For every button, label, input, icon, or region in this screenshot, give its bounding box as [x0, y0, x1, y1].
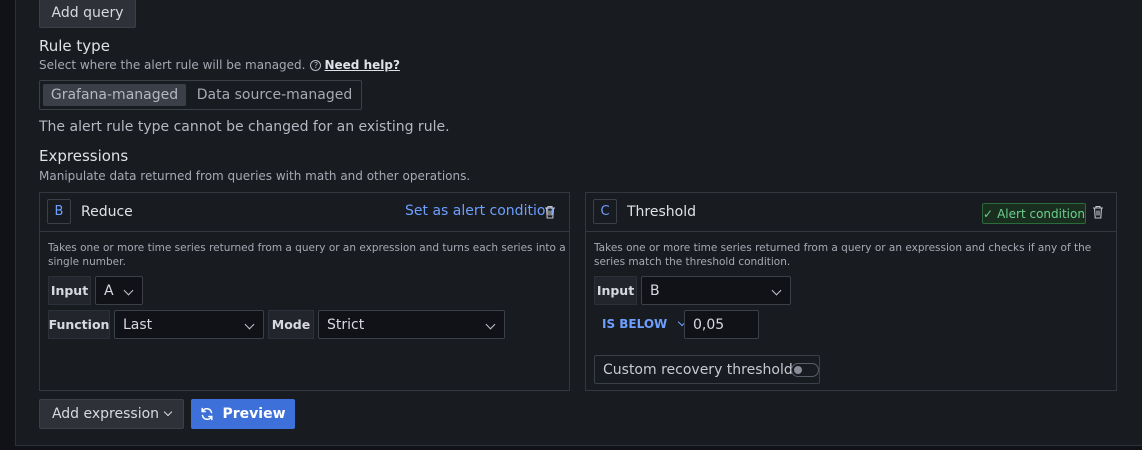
reduce-expression-card: B Reduce Set as alert condition Takes on…	[39, 192, 570, 391]
reduce-ref-badge[interactable]: B	[47, 199, 71, 224]
add-expression-button[interactable]: Add expression	[39, 399, 184, 429]
datasource-managed-option[interactable]: Data source-managed	[192, 84, 357, 106]
threshold-card-header: C Threshold ✓ Alert condition	[586, 193, 1116, 232]
help-circle-icon: ?	[310, 60, 322, 71]
chevron-down-icon	[163, 407, 173, 417]
custom-recovery-toggle[interactable]	[791, 363, 819, 377]
grafana-managed-option[interactable]: Grafana-managed	[43, 84, 186, 106]
function-label: Function	[48, 310, 110, 339]
operator-value: IS BELOW	[602, 317, 668, 331]
check-icon: ✓	[983, 206, 994, 221]
expressions-title: Expressions	[39, 147, 129, 165]
alert-rule-panel: Add query Rule type Select where the ale…	[15, 0, 1142, 446]
rule-type-selector: Grafana-managed Data source-managed	[39, 80, 362, 110]
reduce-card-description: Takes one or more time series returned f…	[48, 242, 566, 268]
add-query-button[interactable]: Add query	[39, 0, 136, 28]
chevron-down-icon	[123, 285, 134, 296]
trash-icon[interactable]	[544, 205, 556, 219]
refresh-icon	[201, 407, 214, 421]
threshold-input-select[interactable]: B	[641, 276, 791, 305]
reduce-card-header: B Reduce Set as alert condition	[40, 193, 569, 232]
operator-dropdown[interactable]: IS BELOW	[602, 317, 687, 331]
trash-icon[interactable]	[1092, 205, 1104, 219]
input-label: Input	[594, 276, 637, 305]
preview-label: Preview	[222, 406, 286, 422]
threshold-input-value: B	[650, 282, 660, 299]
chevron-down-icon	[771, 285, 782, 296]
chevron-down-icon	[244, 319, 255, 330]
set-alert-condition-link[interactable]: Set as alert condition	[405, 203, 554, 219]
custom-recovery-row: Custom recovery threshold	[594, 355, 820, 384]
need-help-link[interactable]: Need help?	[324, 58, 399, 72]
threshold-expression-card: C Threshold ✓ Alert condition Takes one o…	[585, 192, 1117, 391]
threshold-card-description: Takes one or more time series returned f…	[594, 242, 1092, 268]
alert-condition-badge: ✓ Alert condition	[982, 203, 1086, 224]
input-label: Input	[48, 276, 91, 305]
add-query-label: Add query	[51, 5, 124, 21]
function-value: Last	[123, 316, 153, 333]
expressions-description: Manipulate data returned from queries wi…	[39, 169, 471, 183]
rule-type-note: The alert rule type cannot be changed fo…	[39, 119, 450, 135]
reduce-card-title: Reduce	[81, 204, 133, 220]
reduce-input-select[interactable]: A	[95, 276, 143, 305]
chevron-down-icon	[485, 319, 496, 330]
mode-value: Strict	[327, 316, 365, 333]
threshold-value-input[interactable]: 0,05	[684, 310, 759, 339]
function-select[interactable]: Last	[114, 310, 264, 339]
threshold-value: 0,05	[693, 316, 725, 333]
rule-type-description: Select where the alert rule will be mana…	[39, 58, 306, 72]
mode-select[interactable]: Strict	[318, 310, 505, 339]
alert-condition-label: Alert condition	[997, 206, 1085, 221]
mode-label: Mode	[268, 310, 314, 339]
reduce-input-value: A	[104, 282, 114, 299]
custom-recovery-label: Custom recovery threshold	[603, 362, 793, 378]
rule-type-description-row: Select where the alert rule will be mana…	[39, 58, 400, 72]
rule-type-title: Rule type	[39, 37, 110, 55]
threshold-card-title: Threshold	[627, 204, 696, 220]
add-expression-label: Add expression	[51, 406, 160, 422]
preview-button[interactable]: Preview	[191, 399, 295, 429]
threshold-ref-badge[interactable]: C	[593, 199, 617, 224]
